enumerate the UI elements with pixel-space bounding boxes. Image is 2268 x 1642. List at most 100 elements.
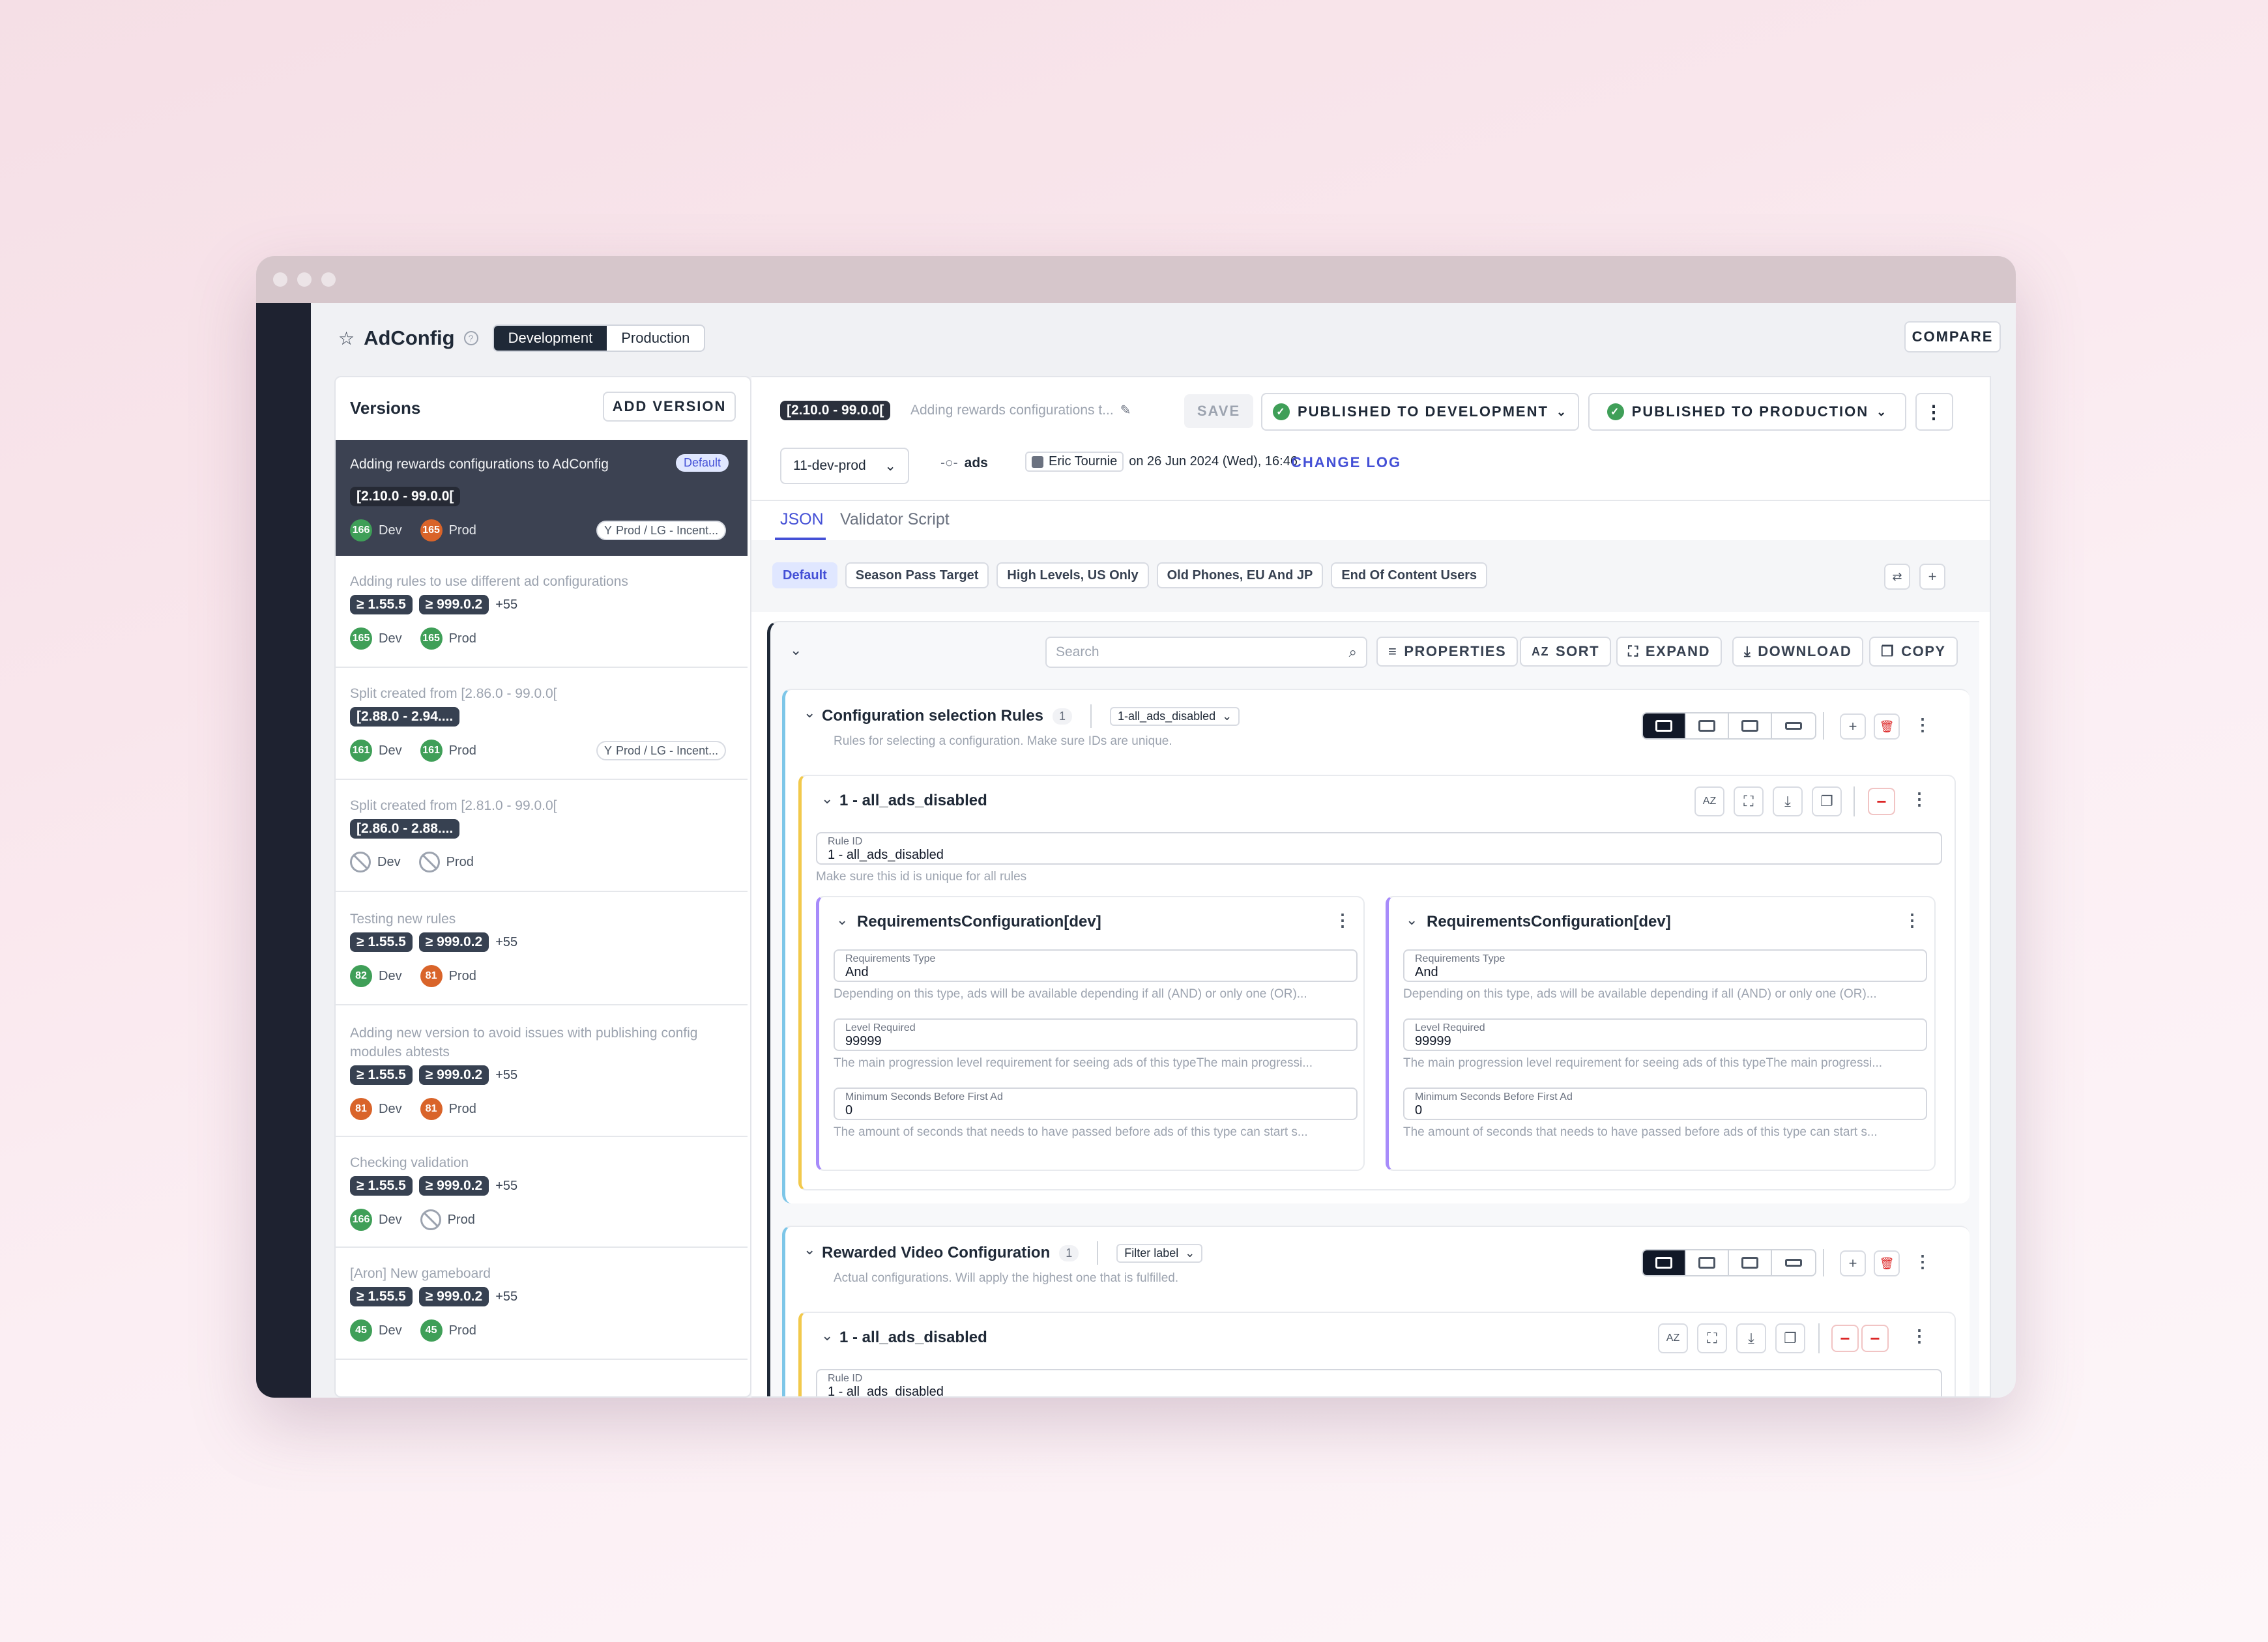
tab-production[interactable]: Production: [607, 326, 704, 351]
divider: [1823, 1249, 1824, 1276]
remove-icon[interactable]: −: [1868, 788, 1895, 815]
download-icon[interactable]: ⤓: [1736, 1323, 1766, 1353]
properties-button[interactable]: ≡ PROPERTIES: [1376, 637, 1519, 667]
add-item-icon[interactable]: +: [1840, 713, 1866, 740]
kebab-icon[interactable]: ⋮: [1911, 789, 1928, 809]
trash-icon[interactable]: 🗑: [1874, 713, 1900, 740]
branch-select[interactable]: 11-dev-prod ⌄: [780, 448, 909, 484]
kebab-icon[interactable]: ⋮: [1911, 1326, 1928, 1346]
download-button[interactable]: ⤓ DOWNLOAD: [1732, 637, 1864, 667]
layout-compact-button[interactable]: [1772, 1250, 1815, 1275]
copy-icon[interactable]: ❐: [1812, 786, 1842, 816]
collapse-root-icon[interactable]: ⌄: [790, 642, 802, 659]
dev-label: Dev: [379, 1212, 402, 1227]
prod-count-badge: 161: [420, 740, 443, 762]
more-count: +55: [495, 934, 518, 949]
copy-icon[interactable]: ❐: [1775, 1323, 1805, 1353]
commit-name: ads: [964, 455, 988, 470]
version-item[interactable]: Checking validation ≥ 1.55.5 ≥ 999.0.2 +…: [336, 1137, 748, 1248]
version-description[interactable]: Adding rewards configurations t...: [910, 403, 1114, 418]
help-icon[interactable]: ?: [463, 331, 478, 345]
layout-columns-button[interactable]: [1729, 713, 1772, 738]
sort-az-icon[interactable]: AZ: [1658, 1323, 1688, 1353]
kebab-icon[interactable]: ⋮: [1914, 715, 1931, 735]
json-editor: ⌄ Search ⌕ ≡ PROPERTIES AZ SORT ⛶ EXPAND ⤓ D…: [767, 621, 1979, 1396]
version-item[interactable]: Adding rewards configurations to AdConfi…: [336, 440, 748, 556]
add-item-icon[interactable]: +: [1840, 1250, 1866, 1276]
collapse-icon[interactable]: ⌄: [804, 704, 815, 721]
version-item[interactable]: Testing new rules ≥ 1.55.5 ≥ 999.0.2 +55…: [336, 892, 748, 1005]
layout-split-button[interactable]: [1686, 1250, 1729, 1275]
compare-button[interactable]: COMPARE: [1904, 321, 2001, 353]
layout-stacked-button[interactable]: [1643, 713, 1686, 738]
segment-old-phones[interactable]: Old Phones, EU And JP: [1156, 562, 1324, 588]
collapse-icon[interactable]: ⌄: [821, 790, 833, 807]
segment-season-pass-target[interactable]: Season Pass Target: [845, 562, 989, 588]
min-version-tag: ≥ 1.55.5: [350, 1287, 413, 1306]
rule-filter-select[interactable]: 1-all_ads_disabled ⌄: [1110, 706, 1240, 726]
save-button[interactable]: SAVE: [1184, 394, 1253, 428]
version-item[interactable]: Split created from [2.86.0 - 99.0.0[ [2.…: [336, 668, 748, 780]
kebab-icon[interactable]: ⋮: [1904, 910, 1921, 930]
window-close-dot[interactable]: [273, 272, 287, 287]
tab-json[interactable]: JSON: [780, 510, 824, 529]
collapse-icon[interactable]: ⌄: [836, 912, 848, 929]
edit-icon[interactable]: ✎: [1120, 402, 1131, 418]
sort-button[interactable]: AZ SORT: [1520, 637, 1612, 667]
author-chip[interactable]: Eric Tournie: [1025, 452, 1124, 472]
requirements-type-field[interactable]: Requirements Type And: [834, 949, 1358, 982]
published-dev-button[interactable]: ✓ PUBLISHED TO DEVELOPMENT ⌄: [1261, 393, 1579, 431]
copy-button[interactable]: ❐ COPY: [1869, 637, 1958, 667]
more-options-button[interactable]: ⋮: [1915, 393, 1953, 431]
layout-stacked-button[interactable]: [1643, 1250, 1686, 1275]
expand-icon[interactable]: ⛶: [1697, 1323, 1727, 1353]
add-segment-icon[interactable]: +: [1919, 564, 1945, 590]
version-item[interactable]: [Aron] New gameboard ≥ 1.55.5 ≥ 999.0.2 …: [336, 1248, 748, 1360]
filter-select[interactable]: Filter label ⌄: [1116, 1243, 1203, 1263]
app-content: ☆ AdConfig ? Development Production COMP…: [311, 303, 2016, 1398]
window-maximize-dot[interactable]: [321, 272, 336, 287]
segment-high-levels[interactable]: High Levels, US Only: [996, 562, 1149, 588]
published-prod-button[interactable]: ✓ PUBLISHED TO PRODUCTION ⌄: [1588, 393, 1906, 431]
segment-end-of-content[interactable]: End Of Content Users: [1331, 562, 1488, 588]
expand-icon[interactable]: ⛶: [1734, 786, 1764, 816]
window-minimize-dot[interactable]: [297, 272, 312, 287]
collapse-icon[interactable]: ⌄: [1406, 912, 1418, 929]
tab-development[interactable]: Development: [493, 326, 607, 351]
kebab-icon[interactable]: ⋮: [1914, 1252, 1931, 1272]
layout-split-button[interactable]: [1686, 713, 1729, 738]
rule-id-field[interactable]: Rule ID 1 - all_ads_disabled: [816, 1369, 1942, 1396]
requirements-type-field[interactable]: Requirements Type And: [1403, 949, 1927, 982]
search-input[interactable]: Search ⌕: [1045, 637, 1367, 668]
version-item[interactable]: Split created from [2.81.0 - 99.0.0[ [2.…: [336, 780, 748, 892]
change-log-link[interactable]: CHANGE LOG: [1291, 454, 1401, 471]
add-version-button[interactable]: ADD VERSION: [603, 392, 736, 422]
kebab-icon[interactable]: ⋮: [1334, 910, 1351, 930]
tab-validator-script[interactable]: Validator Script: [840, 510, 950, 529]
editor-panel: [2.10.0 - 99.0.0[ Adding rewards configu…: [751, 376, 1991, 1398]
rule-id-field[interactable]: Rule ID 1 - all_ads_disabled: [816, 832, 1942, 865]
version-title: Adding rules to use different ad configu…: [350, 574, 628, 589]
version-item[interactable]: Adding new version to avoid issues with …: [336, 1005, 748, 1137]
swap-icon[interactable]: ⇄: [1884, 564, 1910, 590]
level-required-field[interactable]: Level Required 99999: [834, 1018, 1358, 1051]
layout-rows-icon: [1655, 1257, 1672, 1269]
level-required-field[interactable]: Level Required 99999: [1403, 1018, 1927, 1051]
collapse-icon[interactable]: ⌄: [821, 1327, 833, 1344]
trash-icon[interactable]: 🗑: [1874, 1250, 1900, 1276]
sort-label: SORT: [1556, 643, 1600, 659]
layout-columns-button[interactable]: [1729, 1250, 1772, 1275]
version-item[interactable]: Adding rules to use different ad configu…: [336, 556, 748, 668]
config-selection-rules-section: ⌄ Configuration selection Rules 1 1-all_…: [782, 689, 1970, 1203]
collapse-icon[interactable]: ⌄: [804, 1241, 815, 1258]
segment-default[interactable]: Default: [772, 562, 837, 588]
remove-icon[interactable]: −: [1861, 1325, 1889, 1352]
star-icon[interactable]: ☆: [338, 328, 355, 349]
min-seconds-field[interactable]: Minimum Seconds Before First Ad 0: [1403, 1087, 1927, 1120]
remove-icon[interactable]: −: [1831, 1325, 1859, 1352]
layout-compact-button[interactable]: [1772, 713, 1815, 738]
expand-button[interactable]: ⛶ EXPAND: [1616, 637, 1722, 667]
download-icon[interactable]: ⤓: [1773, 786, 1803, 816]
min-seconds-field[interactable]: Minimum Seconds Before First Ad 0: [834, 1087, 1358, 1120]
sort-az-icon[interactable]: AZ: [1694, 786, 1724, 816]
